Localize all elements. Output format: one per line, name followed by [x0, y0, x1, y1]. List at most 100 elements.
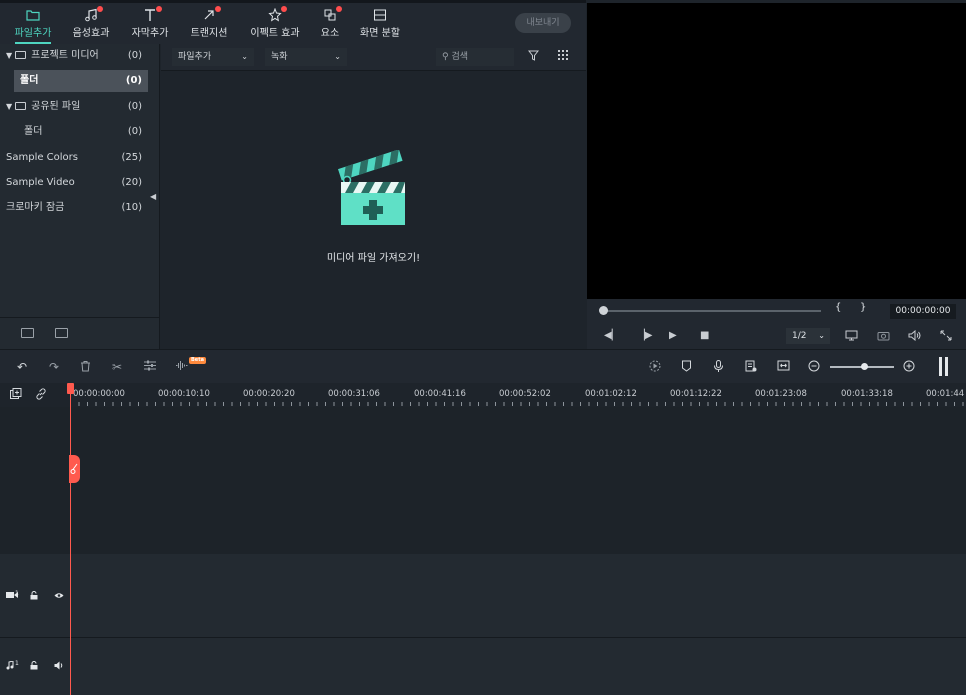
playback-scrubber[interactable]	[603, 310, 821, 312]
fit-timeline-icon[interactable]	[777, 360, 790, 374]
new-folder-icon[interactable]	[21, 328, 34, 338]
library-item-label: 프로젝트 미디어	[31, 50, 99, 61]
item-count: (0)	[125, 75, 142, 86]
import-dropdown-label: 파일추가	[178, 52, 212, 62]
library-item-label: Sample Video	[6, 177, 75, 188]
fullscreen-icon[interactable]	[940, 330, 952, 344]
tab-label: 요소	[320, 28, 340, 39]
timeline-ruler[interactable]: 00:00:00:00 00:00:10:10 00:00:20:20 00:0…	[0, 383, 966, 407]
library-item-shared[interactable]: ▼ 공유된 파일 (0)	[0, 96, 148, 118]
voiceover-icon[interactable]	[745, 360, 757, 375]
snapshot-icon[interactable]	[877, 330, 890, 344]
track-number: 1	[15, 590, 19, 597]
import-dropdown[interactable]: 파일추가 ⌄	[172, 48, 254, 66]
export-button[interactable]: 내보내기	[515, 13, 571, 33]
zoom-in-icon[interactable]	[903, 360, 915, 375]
clapperboard-import-icon[interactable]	[337, 150, 409, 228]
scrubber-handle[interactable]	[599, 306, 608, 315]
media-toolbar: 파일추가 음성효과 자막추가 트랜지션 이펙트 효과 요소 화면 분할 내보내기	[0, 0, 586, 44]
preview-screen	[587, 3, 966, 299]
timeline-empty-area[interactable]	[0, 407, 966, 554]
search-icon: ⚲	[442, 52, 449, 62]
elements-icon	[323, 6, 342, 22]
audio-track[interactable]: 1	[0, 638, 966, 695]
mark-in-button[interactable]: {	[835, 302, 841, 313]
mark-out-button[interactable]: }	[860, 302, 866, 313]
delete-icon[interactable]	[80, 360, 91, 375]
tab-elements[interactable]: 요소	[302, 6, 358, 39]
playhead[interactable]	[70, 383, 71, 695]
ruler-time-label: 00:01:12:22	[670, 389, 722, 399]
marker-icon[interactable]	[681, 360, 692, 375]
library-item-sample-video[interactable]: Sample Video (20)	[0, 172, 148, 194]
step-back-icon[interactable]: ◀▏	[604, 330, 619, 341]
record-dropdown[interactable]: 녹화 ⌄	[265, 48, 347, 66]
tab-label: 화면 분할	[360, 28, 400, 39]
library-item-project-media[interactable]: ▼ 프로젝트 미디어 (0)	[0, 45, 148, 67]
search-placeholder: 검색	[451, 52, 469, 62]
ruler-time-label: 00:01:02:12	[585, 389, 637, 399]
new-badge	[156, 6, 162, 12]
volume-icon[interactable]	[908, 329, 921, 344]
playhead-top-handle[interactable]	[67, 383, 74, 394]
caret-down-icon[interactable]: ▼	[6, 45, 12, 67]
search-input[interactable]: ⚲ 검색	[436, 48, 514, 66]
library-item-folder[interactable]: 폴더 (0)	[14, 70, 148, 92]
ruler-time-label: 00:00:41:16	[414, 389, 466, 399]
speaker-icon[interactable]	[54, 661, 64, 672]
pause-icon[interactable]	[939, 357, 949, 376]
audio-waveform-icon[interactable]	[175, 360, 188, 374]
tab-label: 파일추가	[14, 28, 52, 39]
new-badge	[215, 6, 221, 12]
tab-split-screen[interactable]: 화면 분할	[352, 8, 408, 39]
stop-icon[interactable]: ■	[700, 330, 709, 341]
ruler-time-label: 00:00:10:10	[158, 389, 210, 399]
ruler-time-label: 00:00:52:02	[499, 389, 551, 399]
new-badge	[97, 6, 103, 12]
zoom-out-icon[interactable]	[808, 360, 820, 375]
collapse-panel-icon[interactable]: ◀	[150, 192, 156, 201]
folder-icon	[15, 51, 27, 59]
video-track[interactable]: 1	[0, 554, 966, 638]
tab-titles[interactable]: 자막추가	[122, 6, 178, 39]
tab-transitions[interactable]: 트랜지션	[181, 6, 237, 39]
ruler-time-label: 00:00:31:06	[328, 389, 380, 399]
library-panel: ▼ 프로젝트 미디어 (0) 폴더 (0) ▼ 공유된 파일 (0) 폴더 (0) …	[0, 44, 160, 349]
render-icon[interactable]	[649, 360, 661, 375]
add-track-icon[interactable]	[10, 388, 22, 403]
library-item-label: 크로마키 잠금	[6, 202, 65, 213]
undo-icon[interactable]: ↶	[17, 360, 27, 374]
preview-zoom-select[interactable]: 1/2 ⌄	[786, 328, 830, 344]
folder-outline-icon[interactable]	[55, 328, 68, 338]
media-filter-bar: 파일추가 ⌄ 녹화 ⌄ ⚲ 검색	[161, 44, 586, 71]
link-icon[interactable]	[35, 388, 47, 403]
grid-view-icon[interactable]	[558, 50, 569, 64]
redo-icon[interactable]: ↷	[49, 360, 59, 374]
caret-down-icon[interactable]: ▼	[6, 96, 12, 118]
play-icon[interactable]: ▶	[669, 330, 677, 341]
library-item-chroma-key[interactable]: 크로마키 잠금 (10)	[0, 197, 148, 219]
tab-label: 음성효과	[72, 28, 110, 39]
zoom-slider-handle[interactable]	[861, 363, 868, 370]
tab-import[interactable]: 파일추가	[5, 8, 61, 44]
ruler-time-label: 00:00:00:00	[73, 389, 125, 399]
cut-icon[interactable]: ✂	[112, 360, 122, 374]
tab-effects[interactable]: 이펙트 효과	[245, 6, 305, 39]
empty-media-message: 미디어 파일 가져오기!	[326, 253, 421, 264]
scissors-handle-icon[interactable]	[69, 455, 80, 483]
lock-icon[interactable]	[30, 661, 38, 672]
filter-icon[interactable]	[527, 50, 540, 64]
split-screen-icon	[373, 8, 387, 22]
eye-icon[interactable]	[54, 592, 64, 601]
ruler-time-label: 00:01:33:18	[841, 389, 893, 399]
ruler-time-label: 00:01:23:08	[755, 389, 807, 399]
library-item-sample-colors[interactable]: Sample Colors (25)	[0, 147, 148, 169]
tab-audio[interactable]: 음성효과	[63, 6, 119, 39]
microphone-icon[interactable]	[713, 360, 724, 375]
adjust-icon[interactable]	[144, 360, 156, 374]
library-item-shared-folder[interactable]: 폴더 (0)	[14, 121, 148, 143]
step-forward-icon[interactable]: ▕▶	[637, 330, 652, 341]
audio-track-header: 1	[0, 638, 70, 695]
display-settings-icon[interactable]	[845, 330, 858, 344]
lock-icon[interactable]	[30, 591, 38, 602]
